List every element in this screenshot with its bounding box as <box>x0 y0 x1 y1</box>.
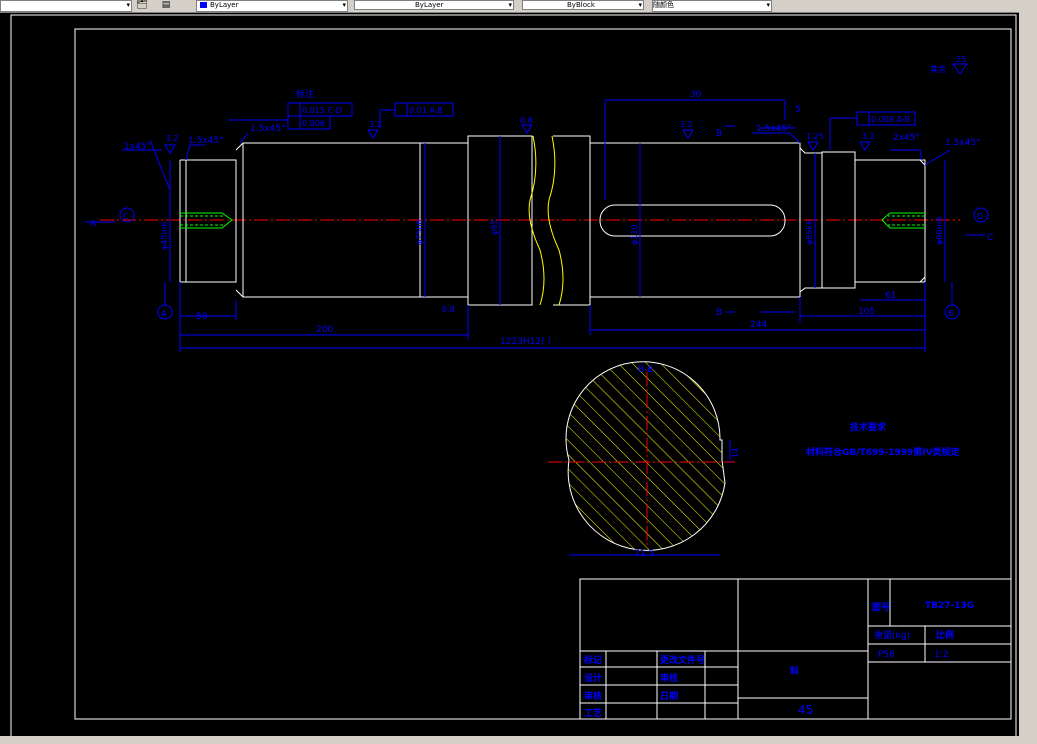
roughness-32c: 3.2 <box>680 120 693 129</box>
vertical-scrollbar[interactable] <box>1019 12 1037 736</box>
gdt-frame-1a: 0.015 C-D <box>302 106 342 115</box>
dia-110: φ110 <box>630 224 639 245</box>
row1-right: 更改文件号 <box>660 654 705 666</box>
section-dim-bottom: 71.5 <box>634 549 654 559</box>
dim-200: 200 <box>316 325 333 335</box>
datum-c-label: C <box>123 212 129 221</box>
gdt-frame-3: 0.008 A-B <box>871 115 910 124</box>
gdt-frames <box>122 102 951 191</box>
dim-244: 244 <box>750 320 767 330</box>
row2-left: 设计 <box>584 672 602 684</box>
roughness-note-value: 25 <box>956 55 966 64</box>
section-view: B-B 14 71.5 <box>548 361 740 559</box>
cad-drawing: 其余 25 标注 0.015 C-D 0.006 0.01 A-B 0.008 … <box>10 14 1017 738</box>
roughness-08b: 0.8 <box>442 305 455 314</box>
material-label: 料 <box>790 665 799 677</box>
drawing-canvas[interactable]: 其余 25 标注 0.015 C-D 0.006 0.01 A-B 0.008 … <box>0 12 1037 744</box>
datum-d-label: D <box>977 212 983 221</box>
material-value: 45 <box>798 703 813 717</box>
chamfer-1: 1x45° <box>124 142 151 152</box>
chamfer-2: 1.5x45° <box>188 136 224 146</box>
roughness-08a: 0.8 <box>520 116 533 125</box>
section-mark-bottom: B <box>716 308 722 318</box>
section-dim-14: 14 <box>731 448 740 458</box>
row2-right: 审核 <box>660 672 678 684</box>
color-swatch <box>200 2 207 8</box>
chamfer-5: 2x45° <box>893 133 920 143</box>
section-label: B-B <box>638 365 653 375</box>
dia-95: φ95 <box>490 220 499 235</box>
mass-label: 重量(kg) <box>874 629 910 641</box>
plotstyle-combo[interactable]: 随颜色 ▾ <box>652 0 772 12</box>
datum-b-label: B <box>948 309 954 318</box>
dropdown-arrow-icon: ▾ <box>766 1 770 9</box>
outer-border <box>10 14 1017 738</box>
linetype-combo[interactable]: ByLayer ▾ <box>354 0 514 10</box>
layer-previous-icon[interactable]: 🗂 <box>136 0 148 10</box>
roughness-32a: 3.2 <box>166 134 179 143</box>
dim-50: 50 <box>196 312 208 322</box>
gdt-label: 标注 <box>296 88 314 100</box>
color-combo[interactable]: ByLayer ▾ <box>196 0 348 12</box>
dim-30: 30 <box>690 90 702 100</box>
roughness-125: 1.25 <box>806 132 824 141</box>
datum-circles <box>119 207 989 320</box>
dia-65: φ65k6 <box>805 220 814 245</box>
mass-value: P56 <box>878 650 895 660</box>
dim-total: 1223H12( ) <box>500 337 551 347</box>
scale-label: 比例 <box>936 629 954 641</box>
dia-45: φ45m6 <box>160 222 169 250</box>
lineweight-combo[interactable]: ByBlock ▾ <box>522 0 644 10</box>
roughness-symbol-icon <box>952 63 968 75</box>
dim-5: 5 <box>795 105 801 115</box>
section-outline <box>565 361 726 551</box>
section-mark-top: B <box>716 129 722 139</box>
dim-61: 61 <box>885 291 896 301</box>
tech-requirements-title: 技术要求 <box>850 421 887 433</box>
dropdown-arrow-icon: ▾ <box>638 1 642 9</box>
gdt-frame-1b: 0.006 <box>302 119 325 128</box>
datum-a-label: A <box>161 309 167 318</box>
view-arrow-c: C <box>987 233 993 243</box>
layers-manager-icon[interactable]: ▤ <box>160 0 172 10</box>
row3-left: 审核 <box>584 690 602 702</box>
roughness-32d: 3.2 <box>862 132 875 141</box>
chamfer-3: 1.5x45° <box>250 124 286 134</box>
roughness-32b: 3.2 <box>369 120 382 129</box>
row4-left: 工艺 <box>584 707 602 719</box>
dropdown-arrow-icon: ▾ <box>126 1 130 9</box>
view-arrow-a: A <box>90 219 97 229</box>
tech-requirements-body: 材料符合GB/T699-1999第IV类规定 <box>805 446 961 458</box>
gdt-frame-2: 0.01 A-B <box>409 106 443 115</box>
title-block <box>579 578 1012 720</box>
roughness-note-label: 其余 <box>930 64 946 74</box>
dia-75: φ75h6 <box>415 219 424 245</box>
drawing-no: TB27-13G <box>925 601 974 611</box>
dropdown-arrow-icon: ▾ <box>508 1 512 9</box>
chamfer-6: 1.5x45° <box>945 138 981 148</box>
chamfer-4: 1.5x45° <box>756 124 792 134</box>
layer-combo[interactable]: ▾ <box>0 0 132 12</box>
row1-left: 标记 <box>583 654 602 666</box>
drawing-no-label: 图号 <box>872 602 890 613</box>
dia-60: φ60m6 <box>935 217 944 245</box>
horizontal-scrollbar[interactable] <box>0 736 1037 744</box>
dropdown-arrow-icon: ▾ <box>342 1 346 9</box>
scale-value: 1:2 <box>934 650 948 660</box>
row3-right: 日期 <box>660 690 678 702</box>
dim-105: 105 <box>858 307 875 317</box>
